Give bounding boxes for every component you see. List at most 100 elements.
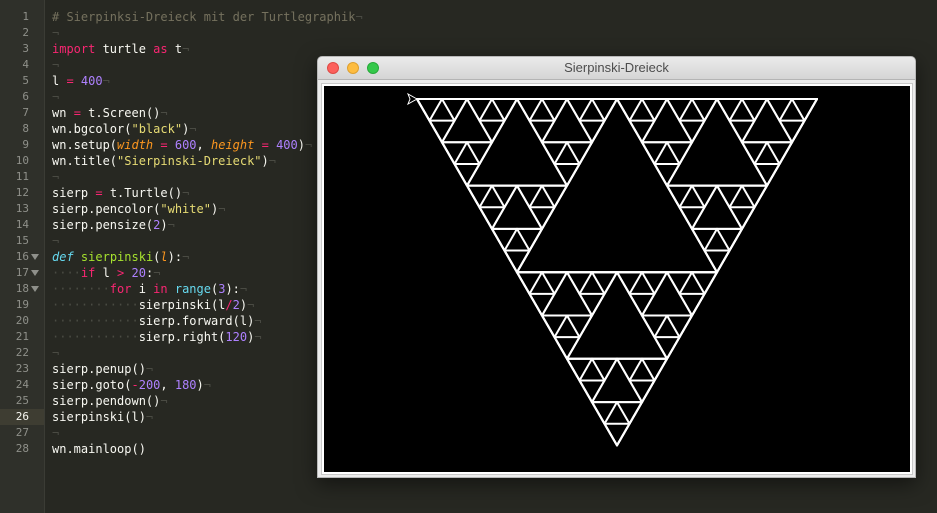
window-titlebar[interactable]: Sierpinski-Dreieck (318, 57, 915, 80)
code-line[interactable]: # Sierpinksi-Dreieck mit der Turtlegraph… (52, 9, 363, 25)
code-token: t (167, 42, 183, 56)
turtle-line (591, 271, 606, 295)
code-token: for (109, 282, 132, 296)
turtle-line (491, 206, 506, 230)
turtle-line (553, 314, 568, 339)
turtle-line (566, 271, 581, 295)
line-number: 15 (15, 234, 29, 247)
code-line[interactable]: ¬ (52, 89, 59, 105)
code-token: sierpinski (80, 250, 154, 264)
code-line[interactable]: ¬ (52, 345, 59, 361)
code-line[interactable]: ····if l > 20:¬ (52, 265, 160, 281)
turtle-line (691, 271, 706, 295)
code-line[interactable]: sierp.pensize(2)¬ (52, 217, 175, 233)
code-token: wn.title( (52, 154, 118, 168)
code-line[interactable]: ¬ (52, 57, 59, 73)
turtle-line (691, 206, 706, 230)
code-token: = (66, 74, 74, 88)
turtle-line (553, 141, 568, 165)
turtle-line (666, 98, 681, 122)
fold-arrow-icon[interactable] (31, 270, 39, 276)
fold-arrow-icon[interactable] (31, 254, 39, 260)
code-token: ¬ (247, 298, 255, 312)
code-token: "black" (131, 122, 183, 136)
code-token: sierp.forward(l) (138, 314, 255, 328)
turtle-line (691, 184, 706, 209)
code-token: i (131, 282, 154, 296)
code-line[interactable]: def sierpinski(l):¬ (52, 249, 189, 265)
code-token: ) (261, 154, 269, 168)
line-number: 5 (22, 74, 29, 87)
code-token: t.Screen() (80, 106, 161, 120)
code-token: l (95, 266, 118, 280)
code-token: wn.mainloop() (52, 442, 146, 456)
code-line[interactable]: ············sierp.right(120)¬ (52, 329, 262, 345)
code-line[interactable]: ········for i in range(3):¬ (52, 281, 247, 297)
code-token: 400 (276, 138, 298, 152)
code-line[interactable]: sierp.penup()¬ (52, 361, 153, 377)
turtle-window[interactable]: Sierpinski-Dreieck (317, 56, 916, 478)
code-token: 400 (80, 74, 103, 88)
code-line[interactable]: ¬ (52, 233, 59, 249)
code-line[interactable]: sierp.pendown()¬ (52, 393, 168, 409)
code-line[interactable]: wn = t.Screen()¬ (52, 105, 168, 121)
code-line[interactable]: sierpinski(l)¬ (52, 409, 153, 425)
turtle-line (666, 314, 681, 339)
code-line[interactable]: wn.title("Sierpinski-Dreieck")¬ (52, 153, 276, 169)
fold-arrow-icon[interactable] (31, 286, 39, 292)
turtle-line (641, 271, 656, 295)
turtle-line (441, 98, 456, 122)
code-token: wn.setup( (52, 138, 118, 152)
canvas-frame (321, 83, 913, 475)
code-line[interactable]: ¬ (52, 425, 59, 441)
code-line[interactable]: ············sierp.forward(l)¬ (52, 313, 262, 329)
code-line[interactable]: ¬ (52, 25, 59, 41)
code-token: , (196, 138, 211, 152)
code-token: ): (167, 250, 183, 264)
turtle-line (678, 98, 693, 122)
line-number: 20 (15, 314, 29, 327)
turtle-line (666, 141, 681, 165)
code-line[interactable]: wn.setup(width = 600, height = 400)¬ (52, 137, 312, 153)
turtle-line (691, 98, 706, 122)
code-line[interactable]: sierp.goto(-200, 180)¬ (52, 377, 211, 393)
code-token: = (95, 186, 103, 200)
turtle-line (541, 98, 556, 122)
code-token: ············ (52, 314, 139, 328)
code-token: t.Turtle() (102, 186, 183, 200)
code-token: = (160, 138, 168, 152)
code-line[interactable]: wn.mainloop() (52, 441, 146, 457)
turtle-line (578, 271, 593, 295)
code-line[interactable]: sierp = t.Turtle()¬ (52, 185, 189, 201)
code-token: sierpinski(l (138, 298, 226, 312)
turtle-line (566, 141, 581, 165)
turtle-line (716, 227, 731, 252)
code-line[interactable]: ¬ (52, 169, 59, 185)
code-line[interactable]: sierp.pencolor("white")¬ (52, 201, 225, 217)
code-token: in (153, 282, 168, 296)
code-token: ¬ (52, 346, 60, 360)
code-token: sierp (52, 186, 96, 200)
turtle-line (578, 357, 593, 382)
turtle-line (628, 98, 643, 122)
code-token: "white" (160, 202, 211, 216)
code-token: sierp.goto( (52, 378, 132, 392)
code-line[interactable]: ············sierpinski(l/2)¬ (52, 297, 254, 313)
turtle-canvas[interactable] (324, 86, 910, 472)
code-line[interactable]: import turtle as t¬ (52, 41, 189, 57)
code-token: ¬ (52, 26, 60, 40)
code-token: ¬ (102, 74, 110, 88)
turtle-line (453, 141, 468, 165)
turtle-line (653, 314, 668, 339)
code-line[interactable]: wn.bgcolor("black")¬ (52, 121, 197, 137)
turtle-cursor-icon (407, 92, 419, 106)
turtle-line (516, 227, 531, 252)
code-line[interactable]: l = 400¬ (52, 73, 110, 89)
turtle-line (616, 357, 631, 382)
line-number: 12 (15, 186, 29, 199)
turtle-line (666, 271, 681, 295)
turtle-line (766, 141, 781, 165)
